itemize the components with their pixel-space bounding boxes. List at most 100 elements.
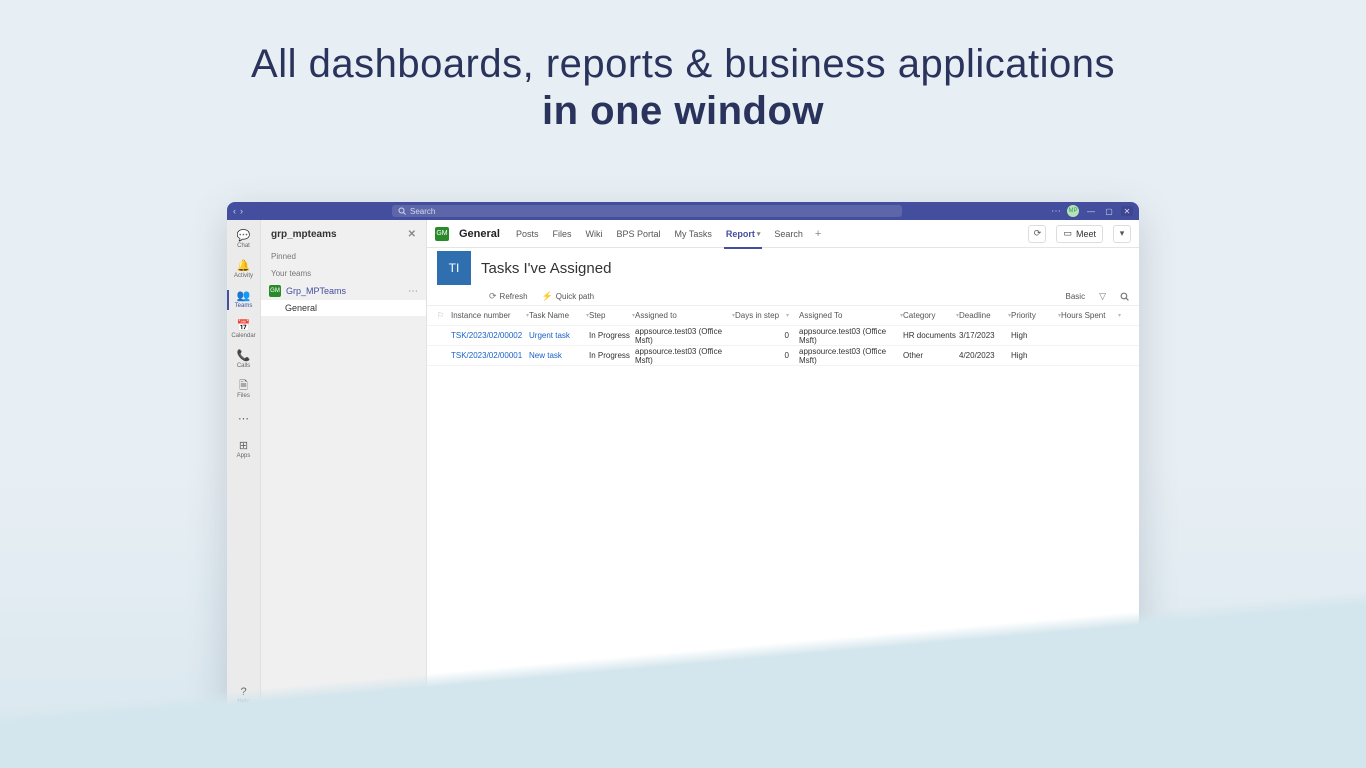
- report-badge: TI: [437, 251, 471, 285]
- rail-calendar[interactable]: 📅Calendar: [227, 316, 261, 344]
- search-placeholder: Search: [410, 207, 435, 216]
- tab-refresh-icon[interactable]: ⟳: [1028, 225, 1046, 243]
- quickpath-button[interactable]: ⚡Quick path: [542, 291, 594, 302]
- rail-activity[interactable]: 🔔Activity: [227, 256, 261, 284]
- report-toolbar: ⟳Refresh ⚡Quick path Basic ▽: [427, 288, 1139, 306]
- titlebar-more-icon[interactable]: ⋯: [1051, 206, 1061, 217]
- col-step[interactable]: Step▾: [589, 311, 635, 320]
- hero-heading: All dashboards, reports & business appli…: [0, 0, 1366, 134]
- nav-back-icon[interactable]: ‹: [233, 206, 236, 216]
- main-content: GM General Posts Files Wiki BPS Portal M…: [427, 220, 1139, 710]
- tab-wiki[interactable]: Wiki: [584, 220, 605, 248]
- task-link[interactable]: New task: [529, 351, 589, 360]
- lightning-icon: ⚡: [542, 291, 553, 302]
- rail-apps[interactable]: ⊞Apps: [227, 436, 261, 464]
- window-minimize-icon[interactable]: —: [1085, 206, 1097, 216]
- refresh-button[interactable]: ⟳Refresh: [489, 291, 528, 302]
- tab-posts[interactable]: Posts: [514, 220, 541, 248]
- channel-name: General: [459, 228, 500, 240]
- task-link[interactable]: Urgent task: [529, 331, 589, 340]
- table-row[interactable]: TSK/2023/02/00002 Urgent task In Progres…: [427, 326, 1139, 346]
- global-search-input[interactable]: Search: [392, 205, 902, 217]
- your-teams-label: Your teams: [261, 265, 426, 282]
- tab-report[interactable]: Report▾: [724, 220, 763, 248]
- col-assigned-to2[interactable]: Assigned To▾: [799, 311, 903, 320]
- chevron-down-icon: ▾: [757, 230, 761, 238]
- more-icon: ⋯: [238, 414, 249, 425]
- col-deadline[interactable]: Deadline▾: [959, 311, 1011, 320]
- channel-general[interactable]: General: [261, 300, 426, 316]
- grid-header-row: ⚐ Instance number▾ Task Name▾ Step▾ Assi…: [427, 306, 1139, 326]
- col-hours[interactable]: Hours Spent▾: [1061, 311, 1121, 320]
- pinned-label: Pinned: [261, 248, 426, 265]
- apps-icon: ⊞: [239, 441, 248, 452]
- add-tab-icon[interactable]: +: [815, 228, 821, 240]
- bell-icon: 🔔: [237, 261, 251, 272]
- sort-icon: ▾: [1004, 312, 1011, 319]
- team-row[interactable]: GM Grp_MPTeams ⋯: [261, 282, 426, 300]
- window-maximize-icon[interactable]: ▢: [1103, 206, 1115, 216]
- phone-icon: 📞: [237, 351, 251, 362]
- sort-icon: ▾: [896, 312, 903, 319]
- sort-icon: ▾: [1054, 312, 1061, 319]
- rail-chat[interactable]: 💬Chat: [227, 226, 261, 254]
- search-icon[interactable]: [1120, 292, 1129, 301]
- user-avatar[interactable]: MP: [1067, 205, 1079, 217]
- team-name: Grp_MPTeams: [286, 286, 403, 296]
- search-icon: [398, 207, 406, 215]
- sort-icon: ▾: [628, 312, 635, 319]
- sort-icon: ▾: [728, 312, 735, 319]
- tab-bps-portal[interactable]: BPS Portal: [615, 220, 663, 248]
- rail-files[interactable]: 🗎Files: [227, 376, 261, 404]
- filter-icon[interactable]: ▽: [1099, 291, 1106, 302]
- table-row[interactable]: TSK/2023/02/00001 New task In Progress a…: [427, 346, 1139, 366]
- sort-icon: ▾: [582, 312, 589, 319]
- instance-link[interactable]: TSK/2023/02/00001: [451, 351, 529, 360]
- team-badge: GM: [269, 285, 281, 297]
- panel-close-icon[interactable]: ✕: [408, 229, 416, 240]
- window-close-icon[interactable]: ✕: [1121, 206, 1133, 216]
- sort-icon: ▾: [952, 312, 959, 319]
- rail-help[interactable]: ?Help: [227, 682, 261, 710]
- teams-panel: grp_mpteams ✕ Pinned Your teams GM Grp_M…: [261, 220, 427, 710]
- channel-badge: GM: [435, 227, 449, 241]
- sort-icon: ▾: [782, 312, 789, 319]
- tab-my-tasks[interactable]: My Tasks: [673, 220, 714, 248]
- report-header: TI Tasks I've Assigned: [427, 248, 1139, 288]
- rail-teams[interactable]: 👥Teams: [227, 286, 261, 314]
- instance-link[interactable]: TSK/2023/02/00002: [451, 331, 529, 340]
- app-rail: 💬Chat 🔔Activity 👥Teams 📅Calendar 📞Calls …: [227, 220, 261, 710]
- tasks-grid: ⚐ Instance number▾ Task Name▾ Step▾ Assi…: [427, 306, 1139, 366]
- sort-icon: ▾: [522, 312, 529, 319]
- calendar-icon: 📅: [237, 321, 251, 332]
- col-days[interactable]: Days in step▾: [735, 311, 799, 320]
- hero-line2: in one window: [0, 89, 1366, 134]
- hero-line1: All dashboards, reports & business appli…: [251, 42, 1115, 86]
- rail-more[interactable]: ⋯: [227, 406, 261, 434]
- flag-icon[interactable]: ⚐: [437, 311, 444, 320]
- col-assigned-to[interactable]: Assigned to▾: [635, 311, 735, 320]
- meet-dropdown-icon[interactable]: ▾: [1113, 225, 1131, 243]
- rail-calls[interactable]: 📞Calls: [227, 346, 261, 374]
- teams-window: ‹ › Search ⋯ MP — ▢ ✕ 💬Chat 🔔Activity 👥T…: [227, 202, 1139, 710]
- tab-search[interactable]: Search: [772, 220, 805, 248]
- window-titlebar: ‹ › Search ⋯ MP — ▢ ✕: [227, 202, 1139, 220]
- channel-tabbar: GM General Posts Files Wiki BPS Portal M…: [427, 220, 1139, 248]
- meet-button[interactable]: ▭Meet: [1056, 225, 1103, 243]
- col-priority[interactable]: Priority▾: [1011, 311, 1061, 320]
- help-icon: ?: [240, 687, 246, 698]
- panel-title: grp_mpteams: [271, 229, 337, 240]
- video-icon: ▭: [1063, 228, 1072, 239]
- col-instance[interactable]: Instance number▾: [451, 311, 529, 320]
- refresh-icon: ⟳: [489, 291, 497, 302]
- report-title: Tasks I've Assigned: [481, 260, 611, 277]
- col-category[interactable]: Category▾: [903, 311, 959, 320]
- teams-icon: 👥: [237, 291, 251, 302]
- view-basic-label[interactable]: Basic: [1066, 292, 1086, 301]
- file-icon: 🗎: [239, 381, 248, 392]
- chat-icon: 💬: [237, 231, 251, 242]
- col-taskname[interactable]: Task Name▾: [529, 311, 589, 320]
- tab-files[interactable]: Files: [550, 220, 573, 248]
- sort-icon: ▾: [1114, 312, 1121, 319]
- team-more-icon[interactable]: ⋯: [408, 286, 418, 297]
